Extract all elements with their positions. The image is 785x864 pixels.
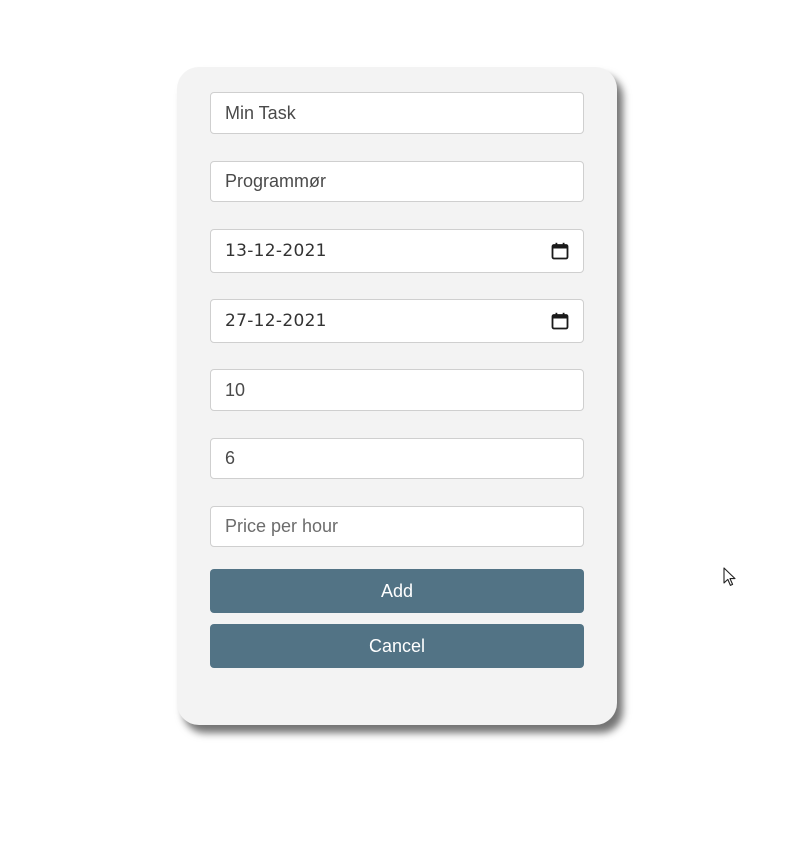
role-value: Programmør <box>225 171 327 191</box>
start-date-input[interactable]: 13-12-2021 <box>210 229 584 273</box>
price-per-hour-placeholder: Price per hour <box>225 516 339 536</box>
end-date-value: 27-12-2021 <box>225 311 327 331</box>
calendar-icon[interactable] <box>551 312 569 330</box>
mouse-cursor-icon <box>723 567 737 587</box>
end-date-input[interactable]: 27-12-2021 <box>210 299 584 343</box>
number-input-1[interactable]: 10 <box>210 369 584 411</box>
number-input-2[interactable]: 6 <box>210 438 584 479</box>
add-button[interactable]: Add <box>210 569 584 613</box>
role-input[interactable]: Programmør <box>210 161 584 202</box>
page: Min Task Programmør 13-12-2021 27-12-202… <box>0 0 785 864</box>
task-name-value: Min Task <box>225 102 296 123</box>
start-date-value: 13-12-2021 <box>225 241 327 261</box>
number-input-1-value: 10 <box>225 379 246 400</box>
task-form-card: Min Task Programmør 13-12-2021 27-12-202… <box>177 67 617 725</box>
cancel-button[interactable]: Cancel <box>210 624 584 668</box>
task-name-input[interactable]: Min Task <box>210 92 584 134</box>
number-input-2-value: 6 <box>225 448 236 468</box>
calendar-icon[interactable] <box>551 242 569 260</box>
price-per-hour-input[interactable]: Price per hour <box>210 506 584 547</box>
